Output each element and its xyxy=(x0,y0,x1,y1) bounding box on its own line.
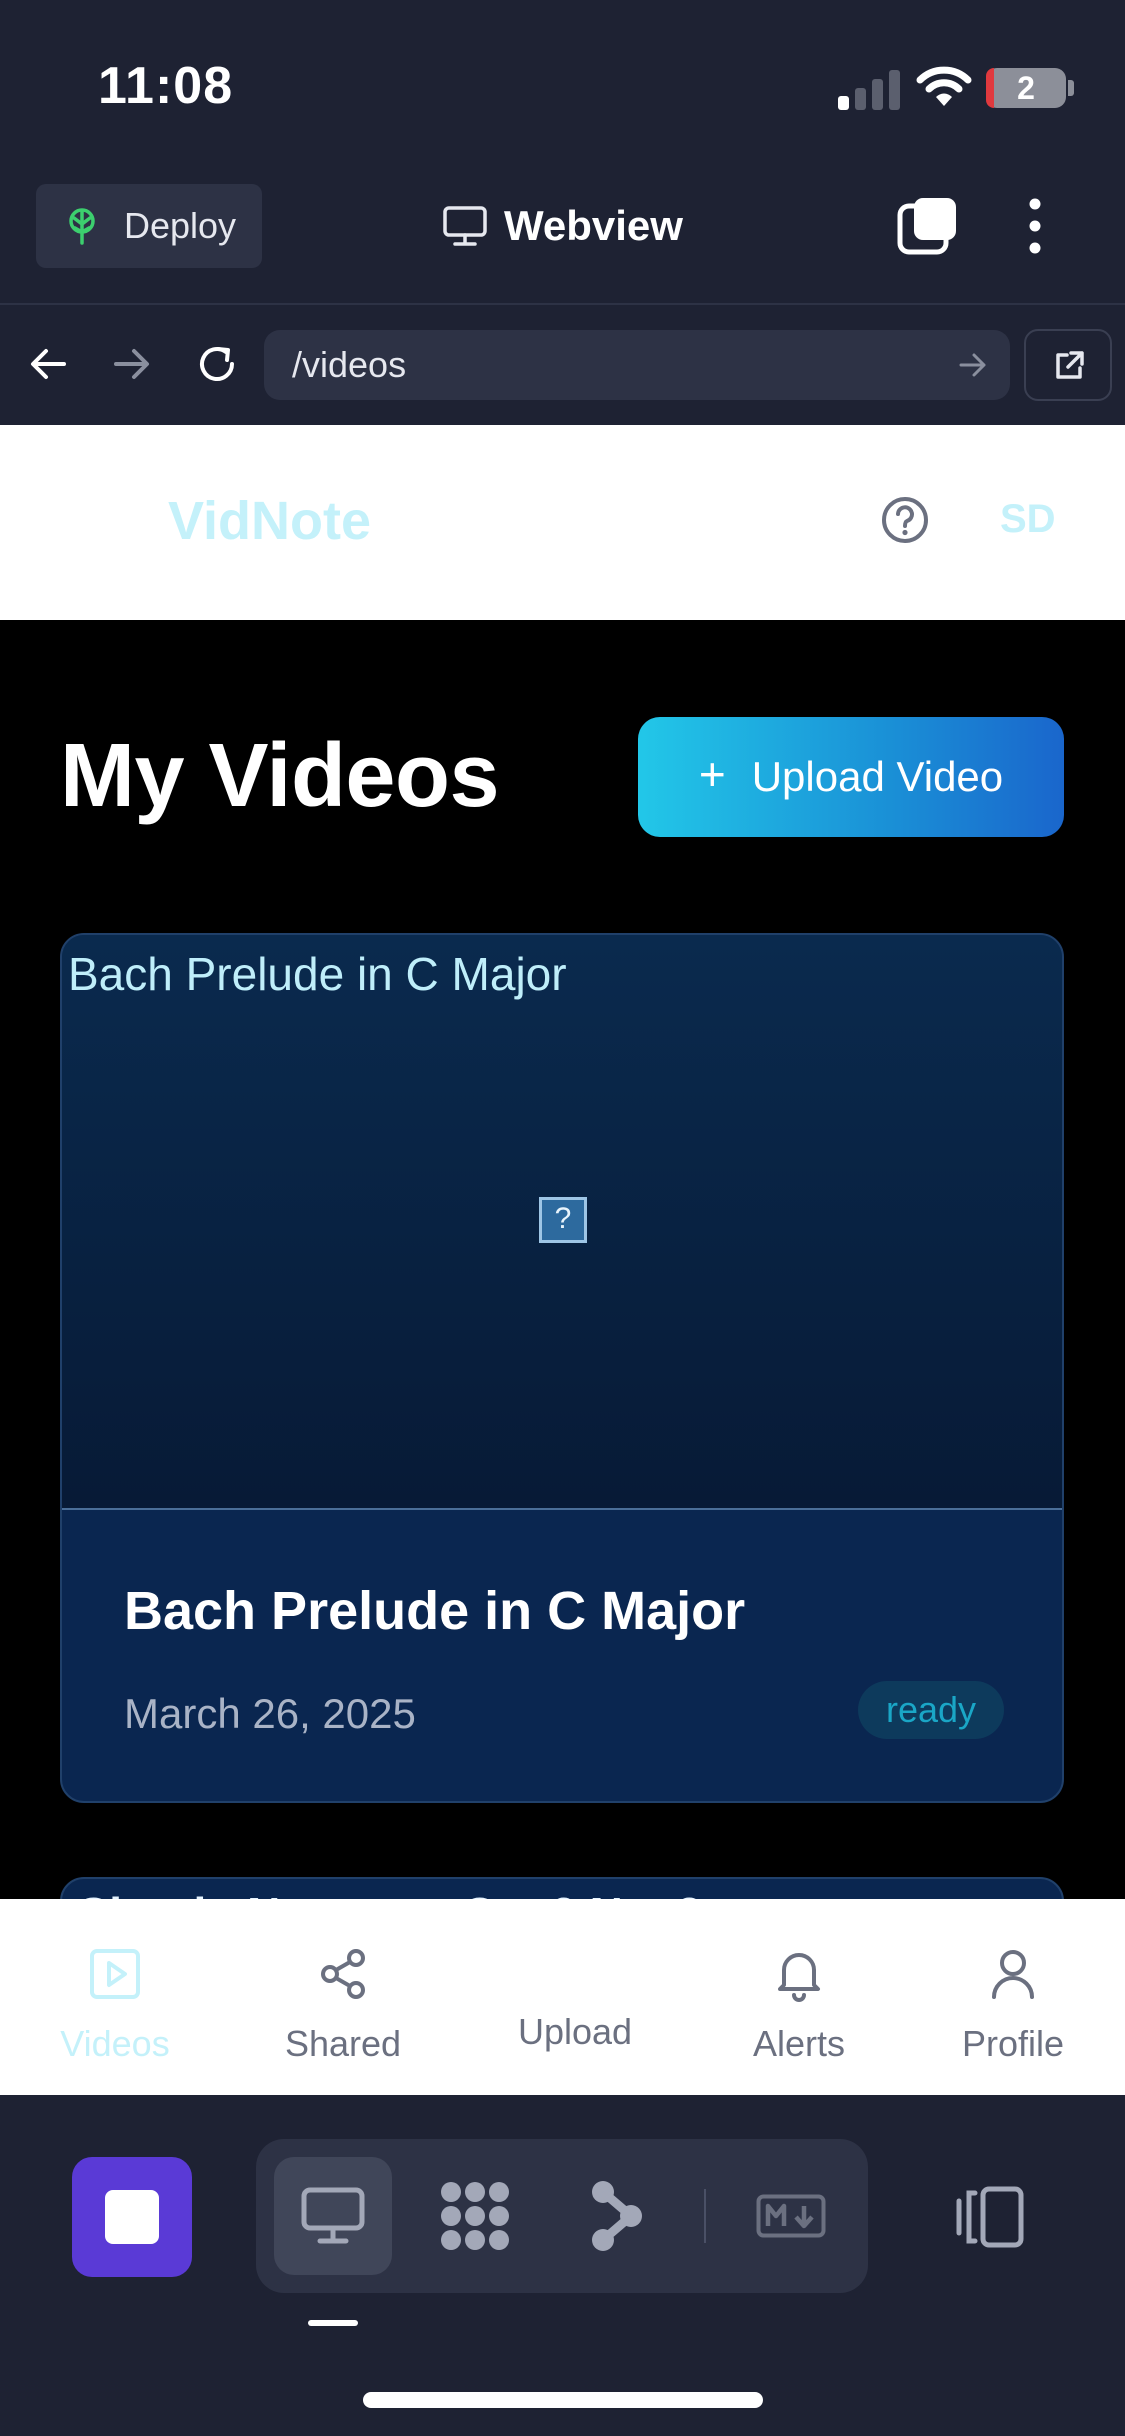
plus-icon: + xyxy=(698,748,726,800)
deploy-button[interactable]: Deploy xyxy=(36,184,262,268)
app-header: VidNote SD xyxy=(0,425,1125,620)
stop-icon xyxy=(105,2190,159,2244)
mode-separator xyxy=(704,2189,706,2243)
ide-dock xyxy=(0,2095,1125,2436)
back-arrow-icon[interactable] xyxy=(26,341,72,387)
help-icon[interactable] xyxy=(880,495,930,545)
status-bar: 11:08 2 xyxy=(0,0,1125,170)
brand-logo[interactable]: VidNote xyxy=(168,490,371,552)
monitor-icon xyxy=(443,206,487,246)
video-card[interactable]: Bach Prelude in C Major ? Bach Prelude i… xyxy=(60,933,1064,1803)
nav-item-shared[interactable]: Shared xyxy=(258,1899,428,2095)
thumbnail-alt-text: Bach Prelude in C Major xyxy=(68,948,567,1000)
user-icon xyxy=(992,1950,1034,1999)
reload-icon[interactable] xyxy=(194,341,240,387)
nav-item-videos[interactable]: Videos xyxy=(30,1899,200,2095)
share-icon xyxy=(321,1949,365,1999)
deploy-label: Deploy xyxy=(124,205,237,246)
page-title: My Videos xyxy=(60,726,500,826)
deploy-icon xyxy=(69,208,95,245)
avatar[interactable]: SD xyxy=(1000,497,1056,542)
app-bottom-nav: Videos Shared Upload Alerts Profile xyxy=(0,1899,1125,2095)
url-input[interactable]: /videos xyxy=(264,330,1010,400)
graph-mode-button[interactable] xyxy=(558,2157,676,2275)
battery-level: 2 xyxy=(1017,70,1035,106)
cellular-signal-icon xyxy=(838,66,902,110)
side-panel-icon[interactable] xyxy=(955,2185,1027,2249)
battery-tip xyxy=(1068,80,1074,96)
grid-dots-icon xyxy=(441,2182,509,2250)
nav-item-profile[interactable]: Profile xyxy=(928,1899,1098,2095)
upload-video-label: Upload Video xyxy=(751,753,1004,800)
nav-label-profile: Profile xyxy=(961,2023,1065,2064)
nav-item-alerts[interactable]: Alerts xyxy=(714,1899,884,2095)
nodes-icon xyxy=(592,2181,642,2251)
apps-mode-button[interactable] xyxy=(416,2157,534,2275)
home-indicator[interactable] xyxy=(363,2392,763,2408)
webview-title-label: Webview xyxy=(504,202,683,249)
webview-title: Webview xyxy=(442,200,683,252)
upload-icon xyxy=(546,1945,604,1991)
webview-mode-button[interactable] xyxy=(274,2157,392,2275)
active-mode-indicator xyxy=(308,2320,358,2326)
battery-icon: 2 xyxy=(986,68,1066,108)
upload-video-button[interactable]: + Upload Video xyxy=(638,717,1064,837)
markdown-mode-button[interactable] xyxy=(732,2157,850,2275)
view-mode-group xyxy=(256,2139,868,2293)
video-title: Bach Prelude in C Major xyxy=(124,1581,746,1641)
nav-label-alerts: Alerts xyxy=(752,2023,846,2064)
webview-content: VidNote SD My Videos + Upload Video Bach… xyxy=(0,425,1125,2095)
wifi-icon xyxy=(916,66,972,106)
status-badge: ready xyxy=(858,1681,1004,1739)
nav-label-shared: Shared xyxy=(284,2023,402,2064)
nav-item-upload[interactable]: Upload xyxy=(490,1899,660,2095)
markdown-icon xyxy=(756,2194,826,2238)
ide-toolbar: Deploy Webview xyxy=(0,170,1125,305)
broken-image-icon: ? xyxy=(539,1197,587,1243)
status-time: 11:08 xyxy=(98,57,234,115)
tabs-icon[interactable] xyxy=(896,194,960,258)
bell-icon xyxy=(778,1953,820,2002)
video-thumbnail[interactable]: Bach Prelude in C Major ? xyxy=(62,935,1062,1510)
stop-button[interactable] xyxy=(72,2157,192,2277)
open-external-button[interactable] xyxy=(1024,329,1112,401)
url-text: /videos xyxy=(292,344,407,385)
nav-label-upload: Upload xyxy=(517,2011,633,2052)
open-external-icon xyxy=(1056,351,1084,379)
play-square-icon xyxy=(90,1949,140,1999)
forward-arrow-icon[interactable] xyxy=(108,341,154,387)
go-arrow-icon[interactable] xyxy=(958,352,988,378)
video-date: March 26, 2025 xyxy=(124,1690,416,1737)
url-bar: /videos xyxy=(0,305,1125,425)
nav-label-videos: Videos xyxy=(60,2023,170,2064)
more-vert-icon[interactable] xyxy=(1020,194,1050,258)
monitor-icon xyxy=(301,2187,365,2244)
